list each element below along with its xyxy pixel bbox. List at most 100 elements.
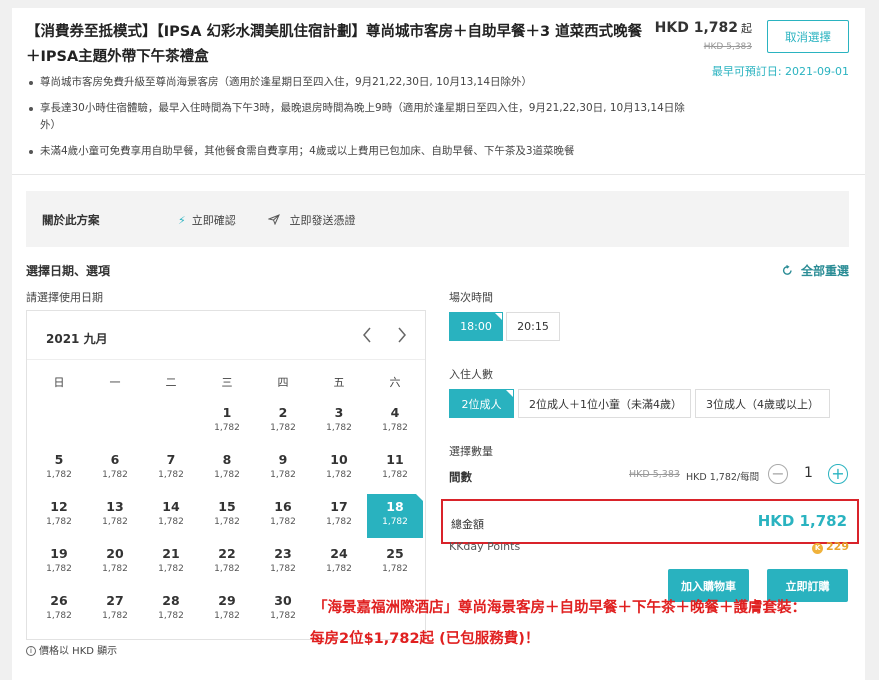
calendar-day[interactable]: 5 1,782 [31,447,87,491]
day-price: 1,782 [46,517,72,527]
divider [12,174,865,175]
price-suffix: 起 [741,22,752,35]
weekday-label: 一 [109,376,121,389]
day-number: 10 [330,452,348,467]
calendar-day[interactable]: 13 1,782 [87,494,143,538]
calendar-day[interactable]: 21 1,782 [143,541,199,585]
guest-option-3-adults[interactable]: 3位成人（4歲或以上） [695,389,830,418]
about-title: 關於此方案 [42,213,100,227]
day-number: 12 [50,499,68,514]
day-number: 26 [50,593,68,608]
calendar-day[interactable]: 15 1,782 [199,494,255,538]
product-card: 【消費券至抵模式】【IPSA 幻彩水潤美肌住宿計劃】尊尚城市客房＋自助早餐＋3 … [12,8,865,680]
plus-icon[interactable]: + [828,464,848,484]
chevron-left-icon[interactable] [361,325,373,349]
day-price: 1,782 [102,564,128,574]
price-note: i 價格以 HKD 顯示 [26,642,117,657]
day-price: 1,782 [214,470,240,480]
product-price: HKD 1,782 起 [655,20,752,36]
calendar-day[interactable]: 2 1,782 [255,400,311,444]
day-number: 29 [218,593,236,608]
day-price: 1,782 [102,611,128,621]
feature-item: 尊尚城市客房免費升級至尊尚海景客房（適用於逢星期日至四入住，9月21,22,30… [26,74,686,91]
chevron-right-icon[interactable] [396,325,408,349]
cancel-selection-button[interactable]: 取消選擇 [767,20,849,53]
calendar-day[interactable]: 25 1,782 [367,541,423,585]
day-number: 3 [334,405,344,420]
calendar-day[interactable]: 30 1,782 [255,588,311,632]
day-price: 1,782 [382,564,408,574]
day-number: 13 [106,499,124,514]
quantity-label: 選擇數量 [449,445,493,458]
day-price: 1,782 [214,423,240,433]
day-price: 1,782 [102,517,128,527]
calendar-day[interactable]: 3 1,782 [311,400,367,444]
day-number: 8 [222,452,232,467]
day-number: 27 [106,593,124,608]
calendar-day[interactable]: 26 1,782 [31,588,87,632]
price-value: HKD 1,782 [654,20,738,36]
calendar-day[interactable]: 11 1,782 [367,447,423,491]
session-option-1800[interactable]: 18:00 [449,312,503,341]
day-price: 1,782 [102,470,128,480]
calendar-day[interactable]: 22 1,782 [199,541,255,585]
minus-icon[interactable]: − [768,464,788,484]
coin-icon: K [812,543,824,554]
guest-option-2-adults-1-child[interactable]: 2位成人＋1位小童（未滿4歲） [518,389,691,418]
day-price: 1,782 [158,564,184,574]
day-price: 1,782 [326,470,352,480]
day-number: 17 [330,499,348,514]
day-number: 4 [390,405,400,420]
session-option-2015[interactable]: 20:15 [506,312,560,341]
guest-option-2-adults[interactable]: 2位成人 [449,389,514,418]
lightning-icon: ⚡ [178,214,186,227]
instant-send: 立即發送憑證 [267,212,356,228]
calendar-day[interactable]: 1 1,782 [199,400,255,444]
calendar-day[interactable]: 24 1,782 [311,541,367,585]
weekday-label: 四 [277,376,289,389]
calendar-day[interactable]: 8 1,782 [199,447,255,491]
paper-plane-icon [267,214,284,227]
points-label: KKday Points [449,540,521,553]
calendar-day[interactable]: 12 1,782 [31,494,87,538]
total-value: HKD 1,782 [757,512,847,530]
calendar-day[interactable]: 29 1,782 [199,588,255,632]
weekday-label: 日 [53,376,65,389]
total-box: 總金額 HKD 1,782 [441,499,859,544]
day-number: 9 [278,452,288,467]
day-number: 6 [110,452,120,467]
calendar-day[interactable]: 6 1,782 [87,447,143,491]
day-number: 18 [386,499,404,514]
calendar-day[interactable]: 27 1,782 [87,588,143,632]
calendar-day[interactable]: 20 1,782 [87,541,143,585]
weekday-label: 三 [221,376,233,389]
calendar-month: 2021 九月 [46,332,108,346]
quantity-unit-price: HKD 1,782/每間 [686,472,760,483]
feature-item: 未滿4歲小童可免費享用自助早餐，其他餐食需自費享用；4歲或以上費用已包加床、自助… [26,143,686,160]
day-number: 7 [166,452,176,467]
calendar-day-selected[interactable]: 18 1,782 [367,494,423,538]
calendar-day[interactable]: 7 1,782 [143,447,199,491]
day-number: 28 [162,593,180,608]
calendar-day[interactable]: 28 1,782 [143,588,199,632]
promo-line-2: 每房2位$1,782起 (已包服務費)！ [310,631,540,647]
day-price: 1,782 [270,470,296,480]
instant-send-label: 立即發送憑證 [289,214,356,227]
points-value: K 229 [812,540,849,554]
calendar-day[interactable]: 16 1,782 [255,494,311,538]
calendar-day[interactable]: 14 1,782 [143,494,199,538]
calendar-day[interactable]: 23 1,782 [255,541,311,585]
refresh-icon [782,264,797,278]
weekday-label: 六 [389,376,401,389]
calendar-day[interactable]: 19 1,782 [31,541,87,585]
day-number: 25 [386,546,404,561]
calendar-day[interactable]: 10 1,782 [311,447,367,491]
promo-line-1: 「海景嘉福洲際酒店」尊尚海景客房＋自助早餐＋下午茶＋晚餐＋護膚套裝： [313,600,806,616]
quantity-original-price: HKD 5,383 [629,469,680,480]
calendar-divider [27,359,425,360]
product-title: 【消費券至抵模式】【IPSA 幻彩水潤美肌住宿計劃】尊尚城市客房＋自助早餐＋3 … [26,24,643,65]
calendar-day[interactable]: 4 1,782 [367,400,423,444]
calendar-day[interactable]: 9 1,782 [255,447,311,491]
calendar-day[interactable]: 17 1,782 [311,494,367,538]
reset-all-button[interactable]: 全部重選 [782,262,849,279]
